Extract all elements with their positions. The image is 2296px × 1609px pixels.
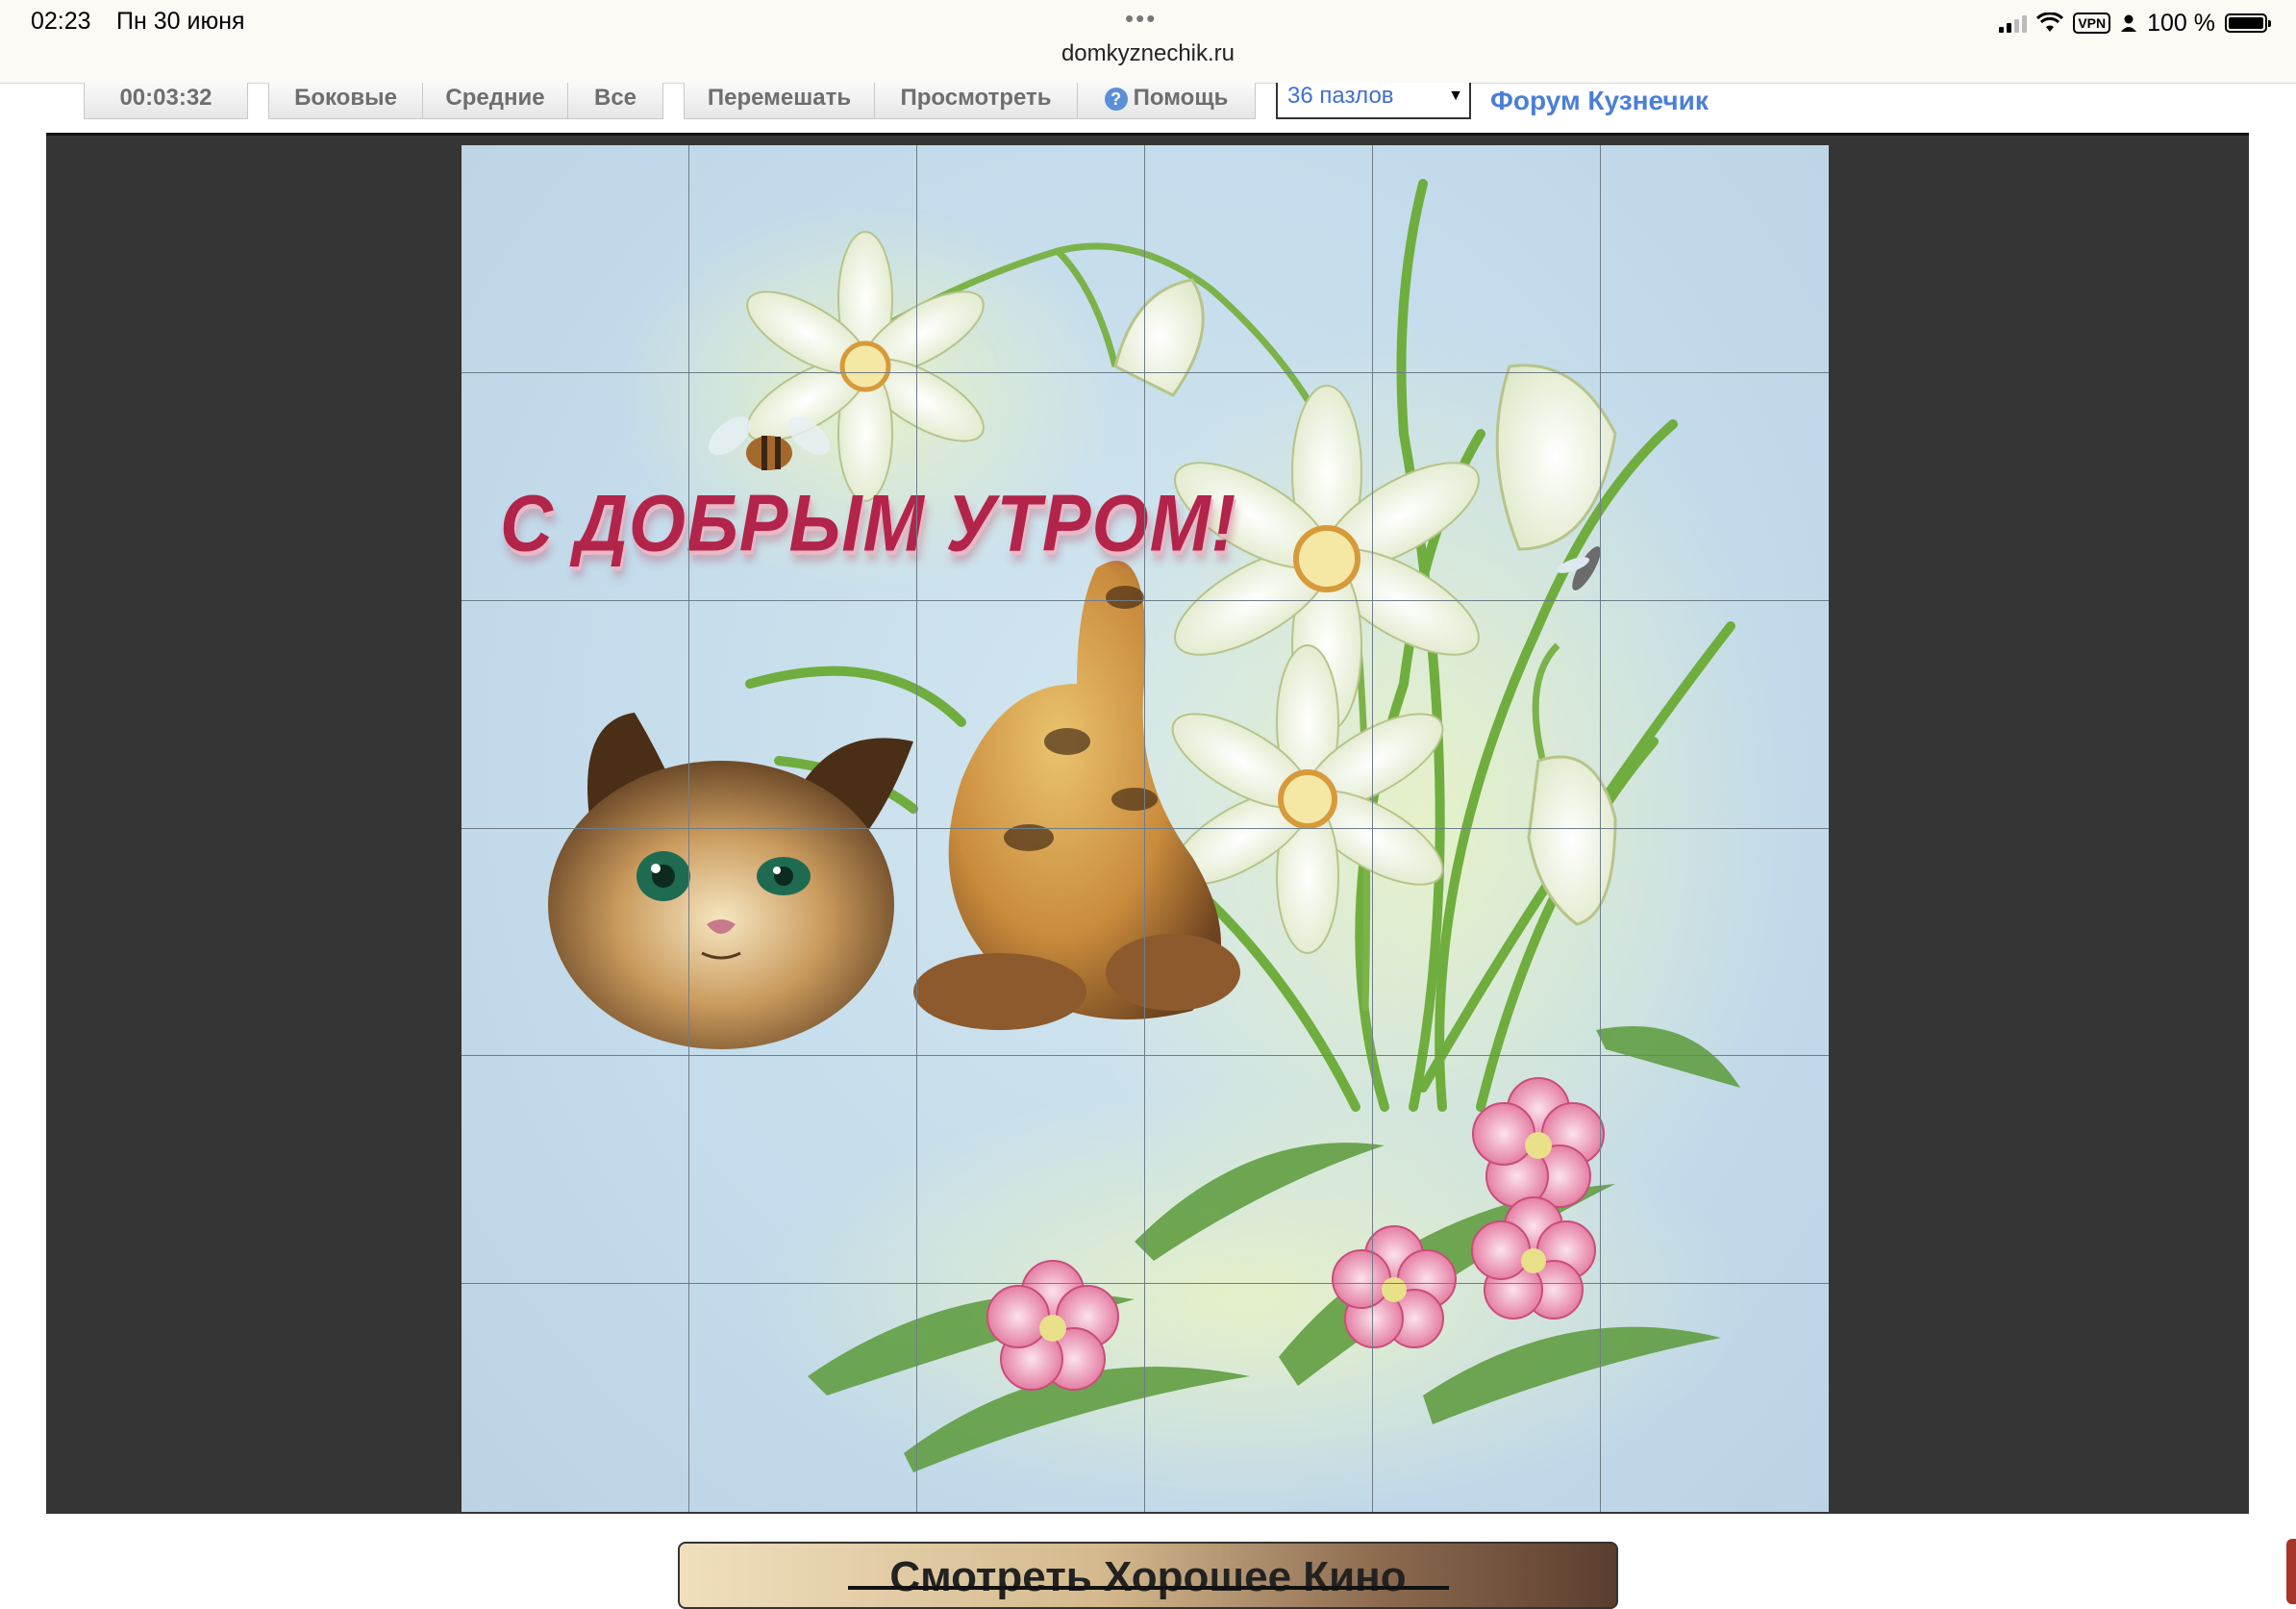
sides-button[interactable]: Боковые [268,83,423,119]
vpn-icon: VPN [2073,13,2111,34]
banner-text: Смотреть Хорошее Кино [889,1553,1407,1600]
timer-display: 00:03:32 [84,83,248,119]
forum-link[interactable]: Форум Кузнечик [1490,83,1709,119]
pieces-count-select[interactable]: 36 пазлов ▼ [1276,83,1471,119]
puzzle-toolbar: 00:03:32 Боковые Средние Все Перемешать … [0,83,2296,133]
greeting-text: С ДОБРЫМ УТРОМ! [500,478,1237,569]
middle-button[interactable]: Средние [423,83,568,119]
view-button[interactable]: Просмотреть [875,83,1078,119]
all-button[interactable]: Все [568,83,663,119]
movie-banner[interactable]: Смотреть Хорошее Кино [678,1542,1618,1609]
flower-bud [1113,278,1205,397]
puzzle-board[interactable]: С ДОБРЫМ УТРОМ! [462,145,1829,1512]
signal-icon [1999,13,2028,33]
status-time: 02:23 [31,8,91,35]
status-date: Пн 30 июня [116,8,245,35]
side-tab[interactable] [2286,1539,2296,1604]
kitten [548,561,1240,1049]
shuffle-button[interactable]: Перемешать [684,83,875,119]
chevron-down-icon: ▼ [1448,88,1463,104]
battery-icon [2225,13,2271,33]
help-icon: ? [1104,87,1128,111]
help-label: Помощь [1133,85,1229,111]
multitasking-dots-icon[interactable]: ••• [1125,4,1157,34]
status-bar: 02:23 Пн 30 июня ••• domkyznechik.ru VPN… [0,0,2296,84]
person-icon [2121,14,2137,32]
pieces-count-value: 36 пазлов [1287,83,1394,109]
puzzle-picture [548,179,1788,1511]
address-url[interactable]: domkyznechik.ru [0,40,2296,67]
green-glow [750,1088,1750,1511]
status-indicators: VPN 100 % [1999,8,2271,38]
battery-percent: 100 % [2147,9,2215,37]
help-button[interactable]: ? Помощь [1078,83,1256,119]
banner-strike-line [848,1586,1449,1590]
wifi-icon [2036,13,2064,32]
